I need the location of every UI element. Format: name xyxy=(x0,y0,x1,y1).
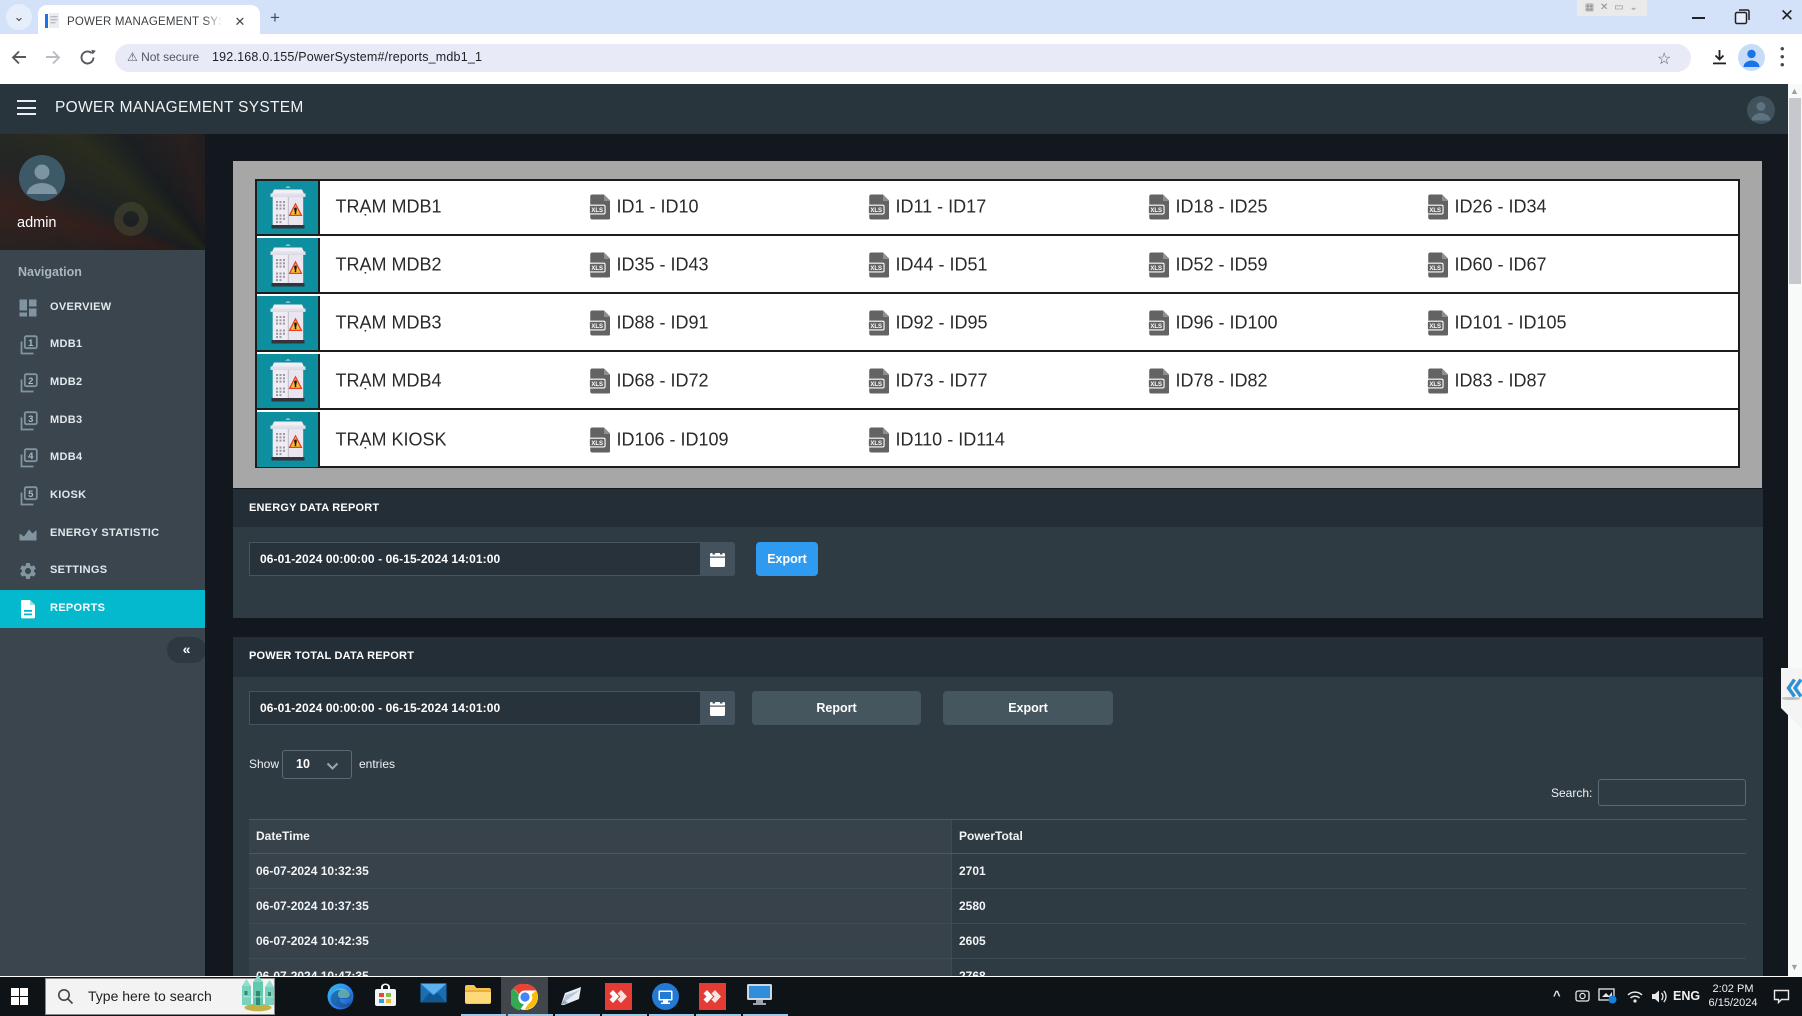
svg-text:XLS: XLS xyxy=(591,266,603,272)
svg-text:XLS: XLS xyxy=(591,324,603,330)
svg-text:XLS: XLS xyxy=(870,441,882,447)
svg-text:4: 4 xyxy=(28,451,34,462)
svg-text:XLS: XLS xyxy=(1429,382,1441,388)
svg-text:XLS: XLS xyxy=(1150,382,1162,388)
svg-text:3: 3 xyxy=(28,414,33,425)
svg-text:2: 2 xyxy=(28,376,33,387)
svg-text:XLS: XLS xyxy=(1429,208,1441,214)
svg-text:XLS: XLS xyxy=(1429,266,1441,272)
svg-text:XLS: XLS xyxy=(1429,324,1441,330)
svg-text:XLS: XLS xyxy=(1150,266,1162,272)
svg-text:XLS: XLS xyxy=(591,441,603,447)
svg-text:XLS: XLS xyxy=(591,382,603,388)
svg-text:XLS: XLS xyxy=(870,324,882,330)
svg-text:XLS: XLS xyxy=(870,208,882,214)
svg-text:XLS: XLS xyxy=(870,266,882,272)
svg-text:5: 5 xyxy=(28,489,34,500)
svg-text:1: 1 xyxy=(28,338,34,349)
svg-text:XLS: XLS xyxy=(870,382,882,388)
svg-text:XLS: XLS xyxy=(1150,324,1162,330)
svg-text:XLS: XLS xyxy=(1150,208,1162,214)
svg-text:XLS: XLS xyxy=(591,208,603,214)
